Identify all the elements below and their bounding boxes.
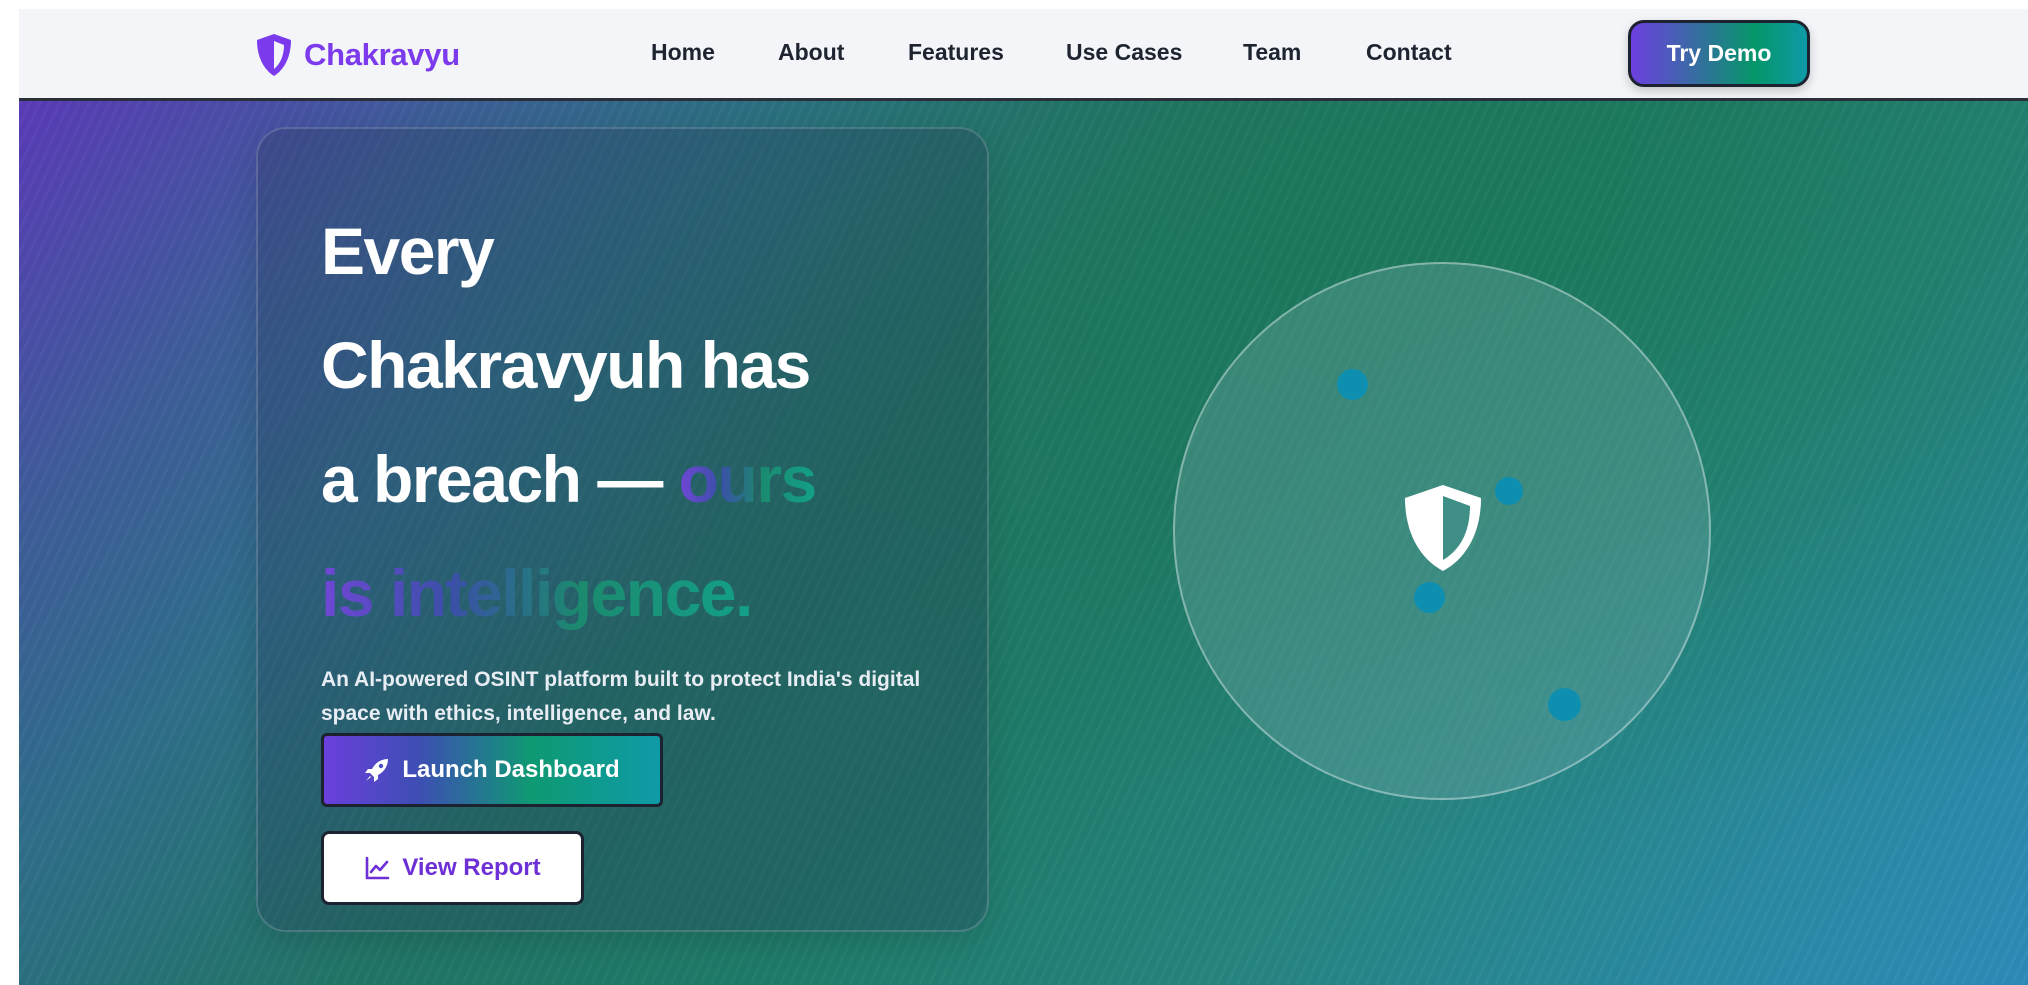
launch-dashboard-label: Launch Dashboard <box>402 756 620 783</box>
view-report-label: View Report <box>402 854 541 881</box>
headline-line-2: Chakravyuh has <box>321 328 811 402</box>
nav-link-use-cases[interactable]: Use Cases <box>1066 39 1182 66</box>
nav-link-contact[interactable]: Contact <box>1366 39 1452 66</box>
nav-link-features[interactable]: Features <box>908 39 1004 66</box>
nav-link-team[interactable]: Team <box>1243 39 1301 66</box>
hero-subtitle: An AI-powered OSINT platform built to pr… <box>321 668 921 725</box>
radar-dot <box>1337 369 1368 400</box>
headline-line-1: Every <box>321 214 495 288</box>
hero-card: Every Chakravyuh has a breach — ours is int… <box>256 127 989 932</box>
radar-dot <box>1414 582 1445 613</box>
shield-icon <box>257 34 291 76</box>
hero-section: Every Chakravyuh has a breach — ours is int… <box>19 101 2028 985</box>
radar-visual <box>1173 262 1711 800</box>
navbar: Chakravyu Home About Features Use Cases … <box>19 9 2028 101</box>
radar-dot <box>1548 688 1581 721</box>
nav-link-about[interactable]: About <box>778 39 844 66</box>
try-demo-button[interactable]: Try Demo <box>1628 20 1810 87</box>
hero-headline: Every Chakravyuh has a breach — ours is int… <box>321 194 941 650</box>
launch-dashboard-button[interactable]: Launch Dashboard <box>321 733 663 807</box>
brand-logo[interactable]: Chakravyu <box>254 31 460 79</box>
shield-half-icon <box>1405 485 1481 571</box>
brand-name: Chakravyu <box>304 37 460 72</box>
nav-link-home[interactable]: Home <box>651 39 715 66</box>
radar-dot <box>1495 477 1523 505</box>
headline-accent-2: is intelligence. <box>321 556 753 630</box>
view-report-button[interactable]: View Report <box>321 831 584 905</box>
headline-line-3: a breach — <box>321 442 679 516</box>
headline-accent-1: ours <box>678 442 818 516</box>
chart-line-icon <box>366 856 390 880</box>
rocket-icon <box>365 759 389 782</box>
